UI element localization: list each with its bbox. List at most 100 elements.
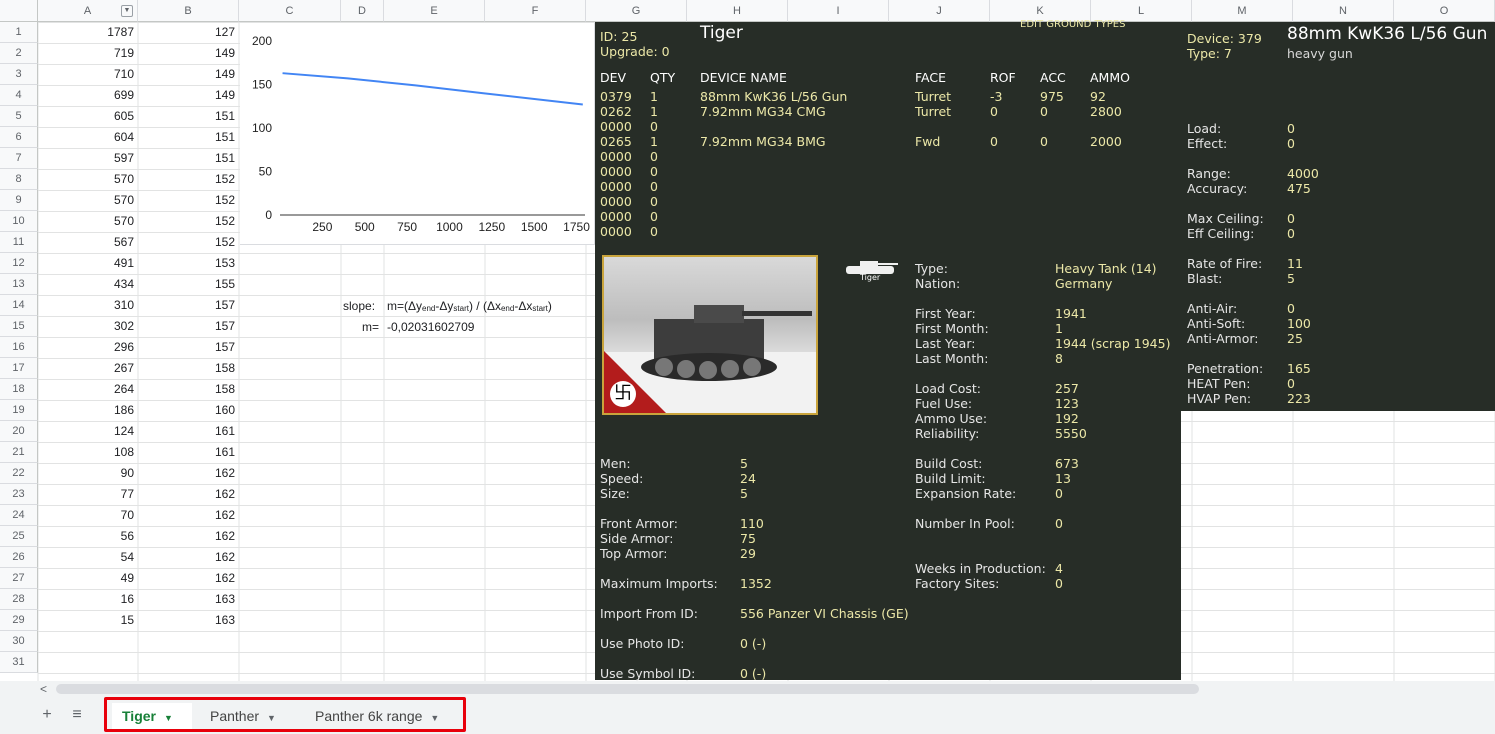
row-header[interactable]: 28 (0, 589, 38, 610)
row-header[interactable]: 1 (0, 22, 38, 43)
cell-a[interactable]: 710 (38, 64, 138, 85)
cell-a[interactable]: 570 (38, 190, 138, 211)
row-header[interactable]: 27 (0, 568, 38, 589)
cell-a[interactable]: 90 (38, 463, 138, 484)
row-header[interactable]: 20 (0, 421, 38, 442)
cell-a[interactable]: 567 (38, 232, 138, 253)
row-header[interactable]: 31 (0, 652, 38, 673)
row-header[interactable]: 26 (0, 547, 38, 568)
cell-a[interactable]: 77 (38, 484, 138, 505)
row-header[interactable]: 21 (0, 442, 38, 463)
cell-a[interactable]: 491 (38, 253, 138, 274)
row-header[interactable]: 13 (0, 274, 38, 295)
line-chart[interactable]: 0 50 100 150 200 250 500 750 1000 1250 1500 1750 (240, 23, 595, 245)
row-header[interactable]: 4 (0, 85, 38, 106)
row-header[interactable]: 7 (0, 148, 38, 169)
cell-a[interactable]: 699 (38, 85, 138, 106)
row-header[interactable]: 18 (0, 379, 38, 400)
row-header[interactable]: 16 (0, 337, 38, 358)
cell-b[interactable]: 161 (138, 442, 239, 463)
cell-a[interactable]: 264 (38, 379, 138, 400)
row-header[interactable]: 22 (0, 463, 38, 484)
row-header[interactable]: 24 (0, 505, 38, 526)
column-header-b[interactable]: B (138, 0, 239, 22)
cell-a[interactable]: 1787 (38, 22, 138, 43)
cell-b[interactable]: 151 (138, 127, 239, 148)
cell-b[interactable]: 152 (138, 232, 239, 253)
cell-a[interactable]: 604 (38, 127, 138, 148)
row-header[interactable]: 15 (0, 316, 38, 337)
row-header[interactable]: 6 (0, 127, 38, 148)
cell-a[interactable]: 54 (38, 547, 138, 568)
cell-a[interactable]: 719 (38, 43, 138, 64)
row-header[interactable]: 12 (0, 253, 38, 274)
cell-b[interactable]: 152 (138, 169, 239, 190)
cell-a[interactable]: 70 (38, 505, 138, 526)
cell-b[interactable]: 162 (138, 547, 239, 568)
column-header-d[interactable]: D (341, 0, 384, 22)
cell-b[interactable]: 157 (138, 316, 239, 337)
cell-b[interactable]: 157 (138, 337, 239, 358)
cell-b[interactable]: 158 (138, 379, 239, 400)
cell-a[interactable]: 310 (38, 295, 138, 316)
select-all-corner[interactable] (0, 0, 38, 22)
cell-a[interactable]: 15 (38, 610, 138, 631)
series-line[interactable] (282, 72, 583, 106)
column-header-j[interactable]: J (889, 0, 990, 22)
cell-a[interactable]: 267 (38, 358, 138, 379)
cell-a[interactable]: 16 (38, 589, 138, 610)
cell-a[interactable]: 570 (38, 169, 138, 190)
row-header[interactable]: 29 (0, 610, 38, 631)
scrollbar-thumb[interactable] (56, 684, 1199, 694)
cell-b[interactable]: 162 (138, 505, 239, 526)
row-header[interactable]: 11 (0, 232, 38, 253)
cell-b[interactable]: 152 (138, 190, 239, 211)
row-header[interactable]: 14 (0, 295, 38, 316)
row-header[interactable]: 19 (0, 400, 38, 421)
row-header[interactable]: 9 (0, 190, 38, 211)
scroll-left-icon[interactable]: < (40, 681, 47, 697)
cell-b[interactable]: 162 (138, 568, 239, 589)
cell-b[interactable]: 149 (138, 64, 239, 85)
row-header[interactable]: 2 (0, 43, 38, 64)
row-header[interactable]: 25 (0, 526, 38, 547)
cell-b[interactable]: 153 (138, 253, 239, 274)
cell-b[interactable]: 162 (138, 526, 239, 547)
cell-b[interactable]: 162 (138, 463, 239, 484)
row-header[interactable]: 8 (0, 169, 38, 190)
row-header[interactable]: 10 (0, 211, 38, 232)
cell-b[interactable]: 149 (138, 43, 239, 64)
cell-b[interactable]: 149 (138, 85, 239, 106)
row-header[interactable]: 5 (0, 106, 38, 127)
cell-b[interactable]: 163 (138, 610, 239, 631)
add-sheet-icon[interactable]: + (37, 705, 57, 725)
cell-a[interactable]: 108 (38, 442, 138, 463)
column-header-i[interactable]: I (788, 0, 889, 22)
cell-a[interactable]: 434 (38, 274, 138, 295)
column-header-f[interactable]: F (485, 0, 586, 22)
cell-a[interactable]: 49 (38, 568, 138, 589)
column-header-o[interactable]: O (1394, 0, 1495, 22)
cell-b[interactable]: 151 (138, 106, 239, 127)
cell-a[interactable]: 186 (38, 400, 138, 421)
column-header-g[interactable]: G (586, 0, 687, 22)
cell-a[interactable]: 296 (38, 337, 138, 358)
cell-b[interactable]: 163 (138, 589, 239, 610)
cell-a[interactable]: 302 (38, 316, 138, 337)
column-header-m[interactable]: M (1192, 0, 1293, 22)
cell-a[interactable]: 597 (38, 148, 138, 169)
cell-b[interactable]: 155 (138, 274, 239, 295)
cell-b[interactable]: 127 (138, 22, 239, 43)
cell-a[interactable]: 605 (38, 106, 138, 127)
cell-b[interactable]: 161 (138, 421, 239, 442)
column-header-n[interactable]: N (1293, 0, 1394, 22)
cell-a[interactable]: 570 (38, 211, 138, 232)
column-header-e[interactable]: E (384, 0, 485, 22)
cell-a[interactable]: 124 (38, 421, 138, 442)
cell-b[interactable]: 152 (138, 211, 239, 232)
cell-b[interactable]: 162 (138, 484, 239, 505)
row-header[interactable]: 30 (0, 631, 38, 652)
cell-b[interactable]: 157 (138, 295, 239, 316)
cell-b[interactable]: 158 (138, 358, 239, 379)
filter-dropdown-icon[interactable]: ▼ (121, 5, 133, 17)
